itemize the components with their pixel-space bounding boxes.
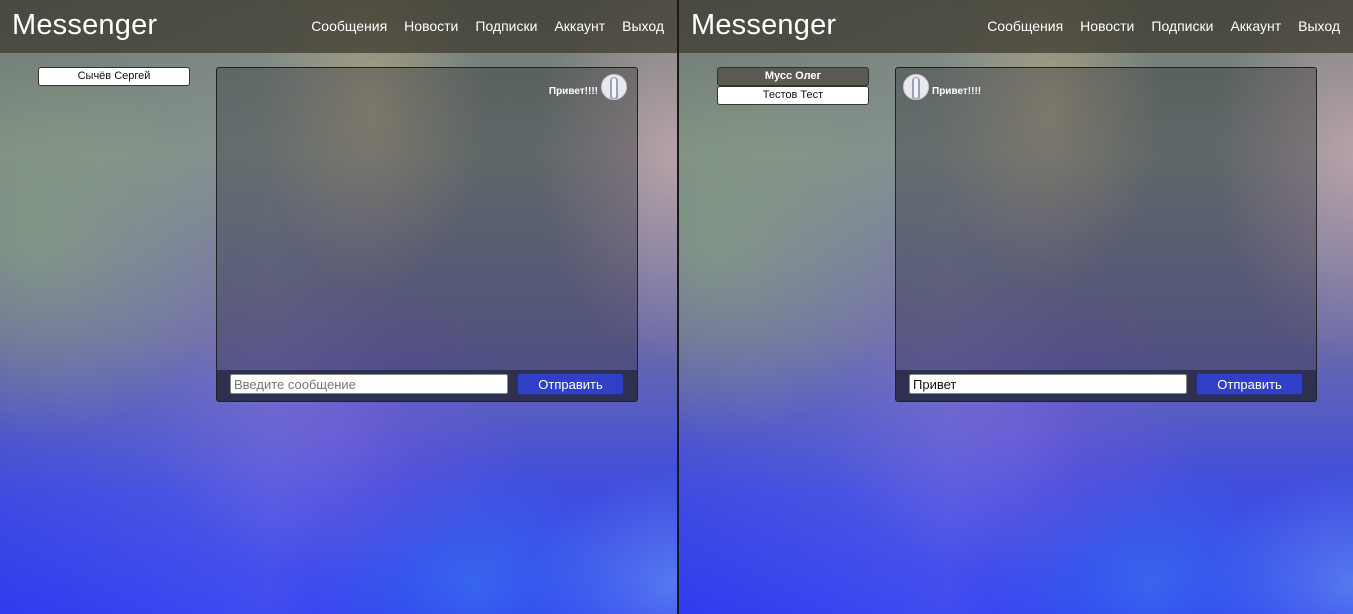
- message-text: Привет!!!!: [548, 85, 598, 97]
- contact-item[interactable]: Тестов Тест: [717, 86, 869, 105]
- nav-menu: Сообщения Новости Подписки Аккаунт Выход: [311, 18, 664, 34]
- avatar-icon: [903, 74, 929, 100]
- message-list: Привет!!!!: [217, 68, 637, 370]
- message-item: Привет!!!!: [549, 74, 627, 100]
- left-window: Messenger Сообщения Новости Подписки Акк…: [0, 0, 677, 614]
- send-button[interactable]: Отправить: [1196, 373, 1303, 395]
- message-text: Привет!!!!: [932, 85, 982, 97]
- brand-logo[interactable]: Messenger: [12, 9, 157, 42]
- nav-news[interactable]: Новости: [1080, 18, 1134, 34]
- chat-composer: Отправить: [217, 370, 637, 401]
- nav-account[interactable]: Аккаунт: [1230, 18, 1281, 34]
- nav-subscriptions[interactable]: Подписки: [1151, 18, 1213, 34]
- nav-messages[interactable]: Сообщения: [987, 18, 1063, 34]
- contact-item[interactable]: Сычёв Сергей: [38, 67, 190, 86]
- top-navbar: Messenger Сообщения Новости Подписки Акк…: [0, 0, 677, 53]
- nav-menu: Сообщения Новости Подписки Аккаунт Выход: [987, 18, 1340, 34]
- message-input[interactable]: [230, 374, 508, 394]
- right-window: Messenger Сообщения Новости Подписки Акк…: [679, 0, 1353, 614]
- chat-panel: Привет!!!! Отправить: [895, 67, 1317, 402]
- nav-logout[interactable]: Выход: [622, 18, 664, 34]
- nav-messages[interactable]: Сообщения: [311, 18, 387, 34]
- message-input[interactable]: [909, 374, 1187, 394]
- top-navbar: Messenger Сообщения Новости Подписки Акк…: [679, 0, 1353, 53]
- contact-item-active[interactable]: Мусс Олег: [717, 67, 869, 86]
- avatar-icon: [601, 74, 627, 100]
- nav-account[interactable]: Аккаунт: [554, 18, 605, 34]
- brand-logo[interactable]: Messenger: [691, 9, 836, 42]
- chat-panel: Привет!!!! Отправить: [216, 67, 638, 402]
- nav-logout[interactable]: Выход: [1298, 18, 1340, 34]
- contact-list: Сычёв Сергей: [38, 67, 190, 86]
- contact-list: Мусс Олег Тестов Тест: [717, 67, 869, 105]
- send-button[interactable]: Отправить: [517, 373, 624, 395]
- chat-composer: Отправить: [896, 370, 1316, 401]
- message-list: Привет!!!!: [896, 68, 1316, 370]
- nav-subscriptions[interactable]: Подписки: [475, 18, 537, 34]
- nav-news[interactable]: Новости: [404, 18, 458, 34]
- message-item: Привет!!!!: [903, 74, 981, 100]
